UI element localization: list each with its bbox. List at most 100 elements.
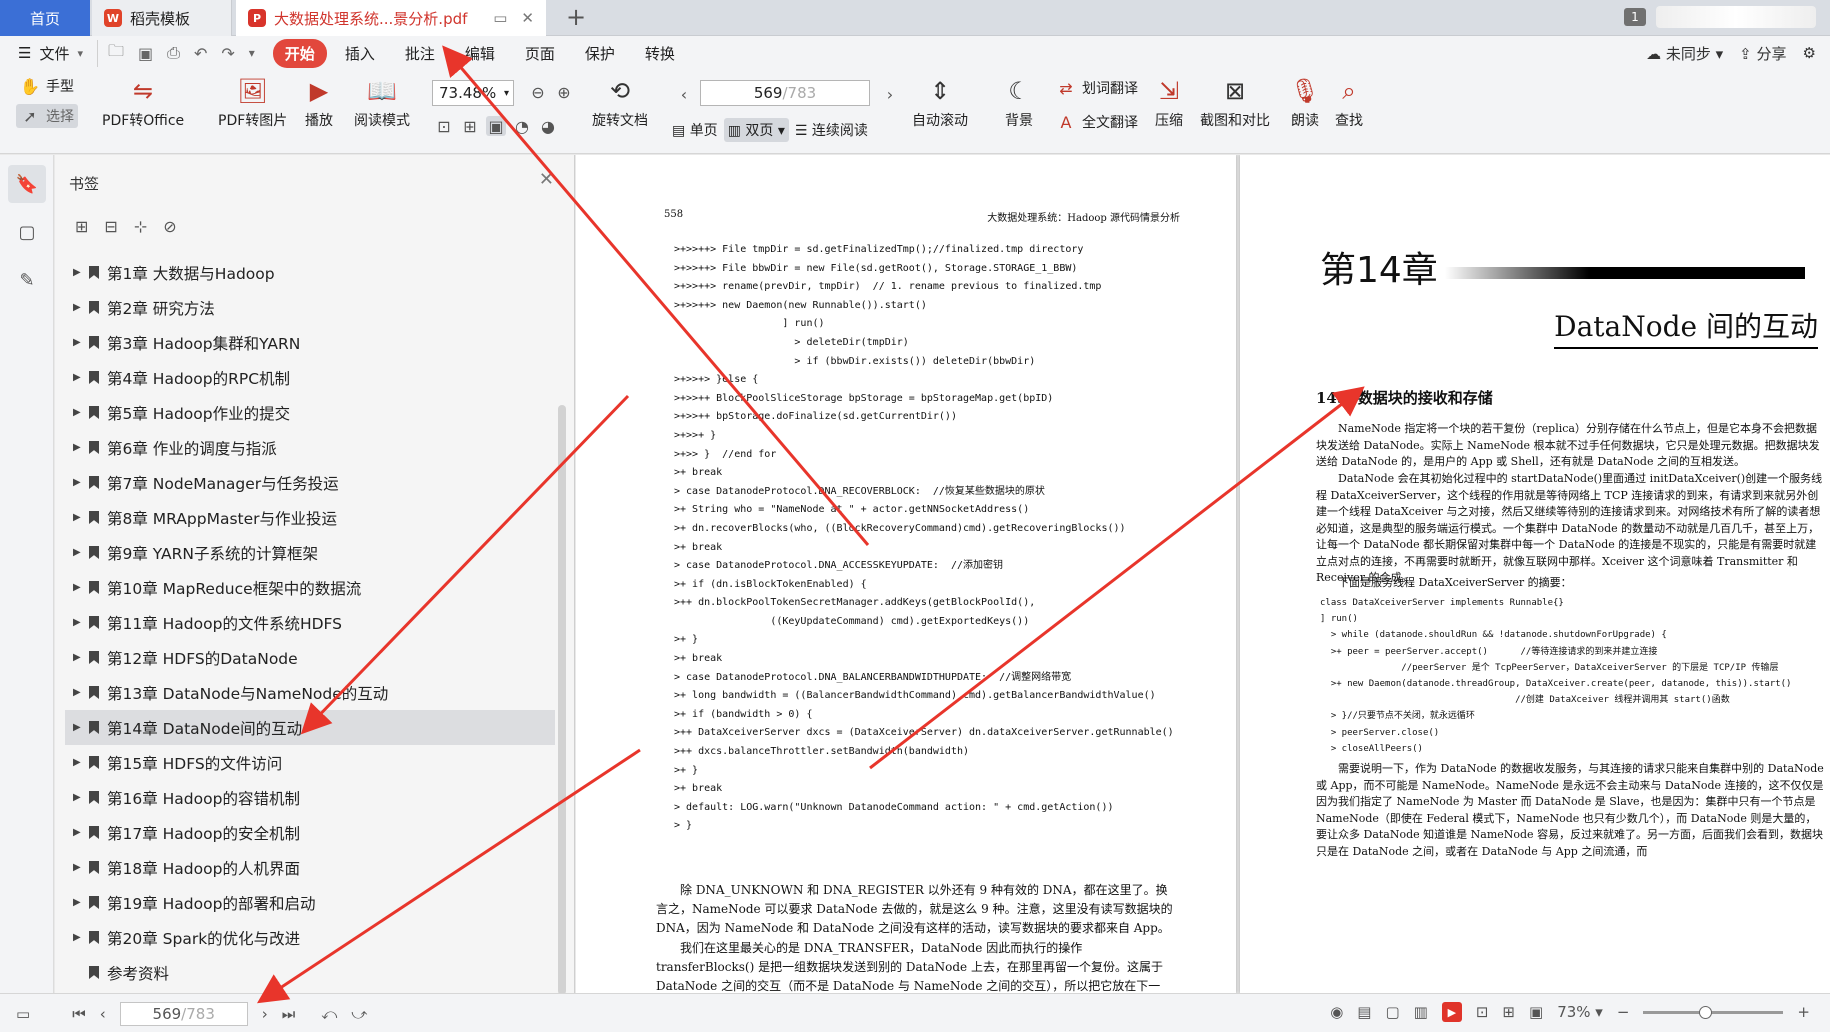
forward-icon[interactable]: ⤻ <box>351 1005 367 1023</box>
zoom-in-icon[interactable]: ⊕ <box>554 82 574 102</box>
zoom-in-icon[interactable]: + <box>1797 1003 1810 1021</box>
bookmark-item[interactable]: ▶ 第10章 MapReduce框架中的数据流 <box>65 570 555 605</box>
expand-arrow-icon[interactable]: ▶ <box>73 722 85 733</box>
bookmark-item[interactable]: ▶ 第9章 YARN子系统的计算框架 <box>65 535 555 570</box>
play-slideshow-icon[interactable]: ▶ <box>1441 1002 1462 1022</box>
screenshot-compare-button[interactable]: ⊠ 截图和对比 <box>1200 76 1270 130</box>
find-button[interactable]: ⌕ 查找 <box>1334 76 1364 130</box>
bookmark-item[interactable]: ▶ 第5章 Hadoop作业的提交 <box>65 395 555 430</box>
bookmark-item[interactable]: ▶ 第13章 DataNode与NameNode的互动 <box>65 675 555 710</box>
last-page-icon[interactable]: ⏭ <box>282 1005 296 1023</box>
annotation-panel-icon[interactable]: ✎ <box>8 261 46 299</box>
bookmark-item[interactable]: ▶ 第2章 研究方法 <box>65 290 555 325</box>
thumbnail-icon[interactable]: ▢ <box>8 213 46 251</box>
window-count-badge[interactable]: 1 <box>1624 8 1646 26</box>
print-icon[interactable]: ⎙ <box>167 43 180 63</box>
auto-scroll-button[interactable]: ⇕ 自动滚动 <box>912 76 968 130</box>
sync-button[interactable]: ☁ 未同步 ▾ <box>1646 43 1723 64</box>
rotate-document-button[interactable]: ⟲ 旋转文档 <box>592 76 648 130</box>
bookmark-item[interactable]: ▶ 第7章 NodeManager与任务投运 <box>65 465 555 500</box>
menu-tab-start[interactable]: 开始 <box>272 38 327 68</box>
redo-icon[interactable]: ↷ <box>221 44 234 63</box>
rotate-left-icon[interactable]: ◔ <box>512 116 532 136</box>
expand-arrow-icon[interactable]: ▶ <box>73 862 85 873</box>
pin-icon[interactable]: ▭ <box>493 9 507 27</box>
read-aloud-button[interactable]: 🎙 朗读 <box>1290 76 1320 130</box>
expand-arrow-icon[interactable]: ▶ <box>73 372 85 383</box>
bookmark-item[interactable]: ▶ 第15章 HDFS的文件访问 <box>65 745 555 780</box>
tab-document[interactable]: P 大数据处理系统...景分析.pdf ▭ ✕ <box>236 0 546 36</box>
menu-tab-edit[interactable]: 编辑 <box>453 39 507 68</box>
expand-arrow-icon[interactable]: ▶ <box>73 652 85 663</box>
bookmark-item[interactable]: ▶ 第20章 Spark的优化与改进 <box>65 920 555 955</box>
page-number-input[interactable]: 569/783 <box>700 80 870 106</box>
hand-tool-button[interactable]: ✋ 手型 <box>20 76 74 96</box>
status-zoom[interactable]: 73% ▾ <box>1557 1003 1603 1021</box>
prev-page-icon[interactable]: ‹ <box>100 1005 106 1023</box>
menu-tab-page[interactable]: 页面 <box>513 39 567 68</box>
new-tab-button[interactable]: + <box>562 4 590 32</box>
customize-icon[interactable]: ▾ <box>249 46 255 60</box>
delete-bookmark-icon[interactable]: ⊘ <box>163 217 176 236</box>
rotate-right-icon[interactable]: ◕ <box>538 116 558 136</box>
fit-width-icon[interactable]: ▣ <box>1529 1003 1543 1021</box>
read-mode-button[interactable]: 📖 阅读模式 <box>354 76 410 130</box>
back-icon[interactable]: ⤺ <box>321 1005 337 1023</box>
next-page-icon[interactable]: › <box>262 1005 268 1023</box>
menu-tab-convert[interactable]: 转换 <box>633 39 687 68</box>
bookmark-item[interactable]: ▶ 第6章 作业的调度与指派 <box>65 430 555 465</box>
expand-arrow-icon[interactable]: ▶ <box>73 547 85 558</box>
expand-arrow-icon[interactable]: ▶ <box>73 757 85 768</box>
bookmark-item[interactable]: ▶ 第18章 Hadoop的人机界面 <box>65 850 555 885</box>
fit-page-icon[interactable]: ⊞ <box>1502 1003 1515 1021</box>
bookmark-item[interactable]: 参考资料 <box>65 955 555 990</box>
add-bookmark-icon[interactable]: ⊹ <box>134 217 147 236</box>
close-tab-icon[interactable]: ✕ <box>521 9 534 27</box>
menu-tab-annotate[interactable]: 批注 <box>393 39 447 68</box>
share-button[interactable]: ⇪ 分享 <box>1739 43 1786 64</box>
settings-gear-icon[interactable]: ⚙ <box>1803 44 1816 62</box>
word-translate-button[interactable]: ⇄ 划词翻译 <box>1056 78 1138 98</box>
bookmark-item[interactable]: ▶ 第1章 大数据与Hadoop <box>65 255 555 290</box>
bookmark-item[interactable]: ▶ 第4章 Hadoop的RPC机制 <box>65 360 555 395</box>
single-page-button[interactable]: ▤ 单页 <box>672 120 718 140</box>
tab-home[interactable]: 首页 <box>0 0 90 36</box>
fit-width-icon[interactable]: ▣ <box>486 116 506 136</box>
eye-protect-icon[interactable]: ◉ <box>1330 1003 1343 1021</box>
prev-page-icon[interactable]: ‹ <box>674 84 694 104</box>
actual-size-icon[interactable]: ⊡ <box>1476 1003 1489 1021</box>
expand-arrow-icon[interactable]: ▶ <box>73 477 85 488</box>
file-menu[interactable]: ☰ 文件 ▾ <box>0 43 97 64</box>
expand-all-icon[interactable]: ⊞ <box>75 217 88 236</box>
bookmark-item[interactable]: ▶ 第3章 Hadoop集群和YARN <box>65 325 555 360</box>
menu-tab-insert[interactable]: 插入 <box>333 39 387 68</box>
zoom-slider[interactable] <box>1643 1005 1784 1019</box>
expand-arrow-icon[interactable]: ▶ <box>73 792 85 803</box>
double-page-button[interactable]: ▥ 双页 ▾ <box>723 118 789 142</box>
expand-arrow-icon[interactable]: ▶ <box>73 932 85 943</box>
view-page-icon[interactable]: ▢ <box>1385 1003 1399 1021</box>
expand-arrow-icon[interactable]: ▶ <box>73 582 85 593</box>
expand-arrow-icon[interactable]: ▶ <box>73 407 85 418</box>
zoom-input[interactable]: 73.48% ▾ <box>432 80 514 106</box>
expand-arrow-icon[interactable]: ▶ <box>73 442 85 453</box>
zoom-out-icon[interactable]: ⊖ <box>528 82 548 102</box>
zoom-slider-knob[interactable] <box>1699 1005 1713 1019</box>
close-icon[interactable]: ✕ <box>539 169 554 190</box>
compress-button[interactable]: ⇲ 压缩 <box>1154 76 1184 130</box>
undo-icon[interactable]: ↶ <box>194 44 207 63</box>
bookmark-panel-icon[interactable]: 🔖 <box>8 165 46 203</box>
actual-size-icon[interactable]: ⊡ <box>434 116 454 136</box>
bookmark-item[interactable]: ▶ 第17章 Hadoop的安全机制 <box>65 815 555 850</box>
zoom-out-icon[interactable]: − <box>1617 1003 1630 1021</box>
tab-docer[interactable]: W 稻壳模板 <box>92 0 232 36</box>
fit-page-icon[interactable]: ⊞ <box>460 116 480 136</box>
expand-arrow-icon[interactable]: ▶ <box>73 302 85 313</box>
pdf-to-image-button[interactable]: 🖼 PDF转图片 <box>218 76 287 130</box>
menu-tab-protect[interactable]: 保护 <box>573 39 627 68</box>
pdf-to-office-button[interactable]: ⇋ PDF转Office <box>102 76 184 130</box>
expand-arrow-icon[interactable]: ▶ <box>73 512 85 523</box>
expand-arrow-icon[interactable]: ▶ <box>73 687 85 698</box>
play-button[interactable]: ▶ 播放 <box>304 76 334 130</box>
bookmark-item[interactable]: ▶ 第14章 DataNode间的互动 <box>65 710 555 745</box>
